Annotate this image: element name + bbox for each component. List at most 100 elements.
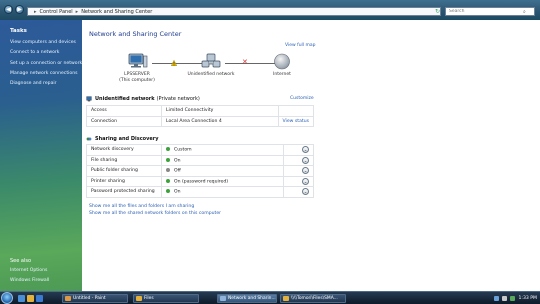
customize-link[interactable]: Customize bbox=[290, 96, 314, 101]
sharing-value-text: Custom bbox=[174, 147, 192, 153]
quicklaunch-ie-icon[interactable] bbox=[36, 295, 43, 302]
sharing-value-text: On bbox=[174, 158, 181, 163]
task-link-setup-connection[interactable]: Set up a connection or network bbox=[10, 59, 82, 69]
see-also-list: Internet Options Windows Firewall bbox=[10, 266, 49, 287]
refresh-icon[interactable]: ↻ bbox=[434, 8, 441, 15]
task-link-manage-connections[interactable]: Manage network connections bbox=[10, 69, 82, 79]
see-also-internet-options[interactable]: Internet Options bbox=[10, 266, 49, 276]
sharing-key-password: Password protected sharing bbox=[86, 186, 162, 198]
computer-icon bbox=[128, 53, 148, 68]
taskbar-label: Files bbox=[144, 296, 154, 301]
taskbar: Untitled - Paint Files Network and Shari… bbox=[0, 291, 540, 304]
network-name: Unidentified network bbox=[95, 96, 155, 102]
table-row: File sharing On ⌄ bbox=[86, 154, 314, 166]
taskbar-button-network-center[interactable]: Network and Sharin... bbox=[217, 294, 277, 303]
sharing-title: Sharing and Discovery bbox=[95, 136, 159, 142]
sharing-section-header: Sharing and Discovery bbox=[86, 136, 158, 142]
status-dot-icon bbox=[166, 147, 170, 151]
task-link-connect[interactable]: Connect to a network bbox=[10, 48, 82, 58]
sharing-key-public-folder: Public folder sharing bbox=[86, 165, 162, 177]
search-icon[interactable]: ⌕ bbox=[523, 9, 526, 15]
task-pane: Tasks View computers and devices Connect… bbox=[0, 20, 82, 291]
sharing-value-public-folder: Off bbox=[161, 165, 284, 177]
system-tray: 1:33 PM bbox=[478, 292, 540, 304]
quicklaunch-explorer-icon[interactable] bbox=[27, 295, 34, 302]
network-icon bbox=[201, 53, 221, 68]
see-also-title: See also bbox=[10, 258, 32, 264]
sharing-value-text: On (password required) bbox=[174, 179, 229, 184]
search-box[interactable]: ⌕ bbox=[445, 7, 535, 16]
bottom-links: Show me all the files and folders I am s… bbox=[89, 204, 221, 217]
forward-arrow-icon: ▶ bbox=[17, 6, 22, 13]
folder-icon bbox=[136, 296, 142, 301]
see-also-windows-firewall[interactable]: Windows Firewall bbox=[10, 276, 49, 286]
task-link-view-computers[interactable]: View computers and devices bbox=[10, 38, 82, 48]
row-value-connection: Local Area Connection 4 bbox=[161, 115, 279, 127]
internet-label: Internet bbox=[273, 72, 291, 77]
chevron-down-icon[interactable]: ⌄ bbox=[302, 146, 309, 154]
sharing-value-text: On bbox=[174, 189, 181, 195]
clock[interactable]: 1:33 PM bbox=[518, 296, 537, 301]
address-bar[interactable]: ▸ Control Panel ▸ Network and Sharing Ce… bbox=[27, 7, 441, 16]
map-node-computer[interactable]: LPSSERVER (This computer) bbox=[112, 53, 162, 83]
network-map-name: Unidentified network bbox=[187, 72, 235, 77]
sharing-expand-cell: ⌄ bbox=[283, 154, 314, 166]
globe-icon bbox=[274, 53, 290, 70]
network-center-icon bbox=[220, 296, 226, 301]
chevron-down-icon[interactable]: ⌄ bbox=[302, 167, 309, 175]
status-dot-icon bbox=[166, 189, 170, 193]
tray-network-icon[interactable] bbox=[494, 295, 500, 301]
sharing-value-file: On bbox=[161, 154, 284, 166]
warning-icon bbox=[171, 60, 177, 66]
quicklaunch-desktop-icon[interactable] bbox=[18, 295, 25, 302]
row-key-connection: Connection bbox=[86, 115, 162, 127]
back-arrow-icon: ◀ bbox=[6, 6, 11, 13]
forward-button[interactable]: ▶ bbox=[15, 5, 24, 14]
broken-link-icon[interactable]: ✕ bbox=[242, 59, 248, 66]
map-node-network[interactable]: Unidentified network bbox=[185, 53, 237, 78]
page-title: Network and Sharing Center bbox=[89, 30, 182, 38]
main-content: Network and Sharing Center View full map… bbox=[82, 20, 540, 291]
sharing-value-printer: On (password required) bbox=[161, 175, 284, 187]
tasks-list: View computers and devices Connect to a … bbox=[10, 38, 82, 89]
sharing-expand-cell: ⌄ bbox=[283, 144, 314, 156]
table-row: Connection Local Area Connection 4 View … bbox=[86, 115, 315, 127]
windows-start-icon[interactable] bbox=[1, 292, 13, 304]
map-node-internet[interactable]: Internet bbox=[265, 53, 299, 78]
breadcrumb-control-panel[interactable]: Control Panel bbox=[40, 9, 73, 15]
sharing-expand-cell: ⌄ bbox=[283, 186, 314, 198]
search-input[interactable] bbox=[449, 8, 523, 15]
tray-security-icon[interactable] bbox=[510, 295, 516, 301]
sharing-key-discovery: Network discovery bbox=[86, 144, 162, 156]
task-link-diagnose[interactable]: Diagnose and repair bbox=[10, 79, 82, 89]
status-dot-icon bbox=[166, 178, 170, 183]
taskbar-button-share-folder[interactable]: \\\\Tomori\Files\SMA... bbox=[280, 294, 346, 303]
address-root-chevron-icon: ▸ bbox=[34, 8, 37, 15]
network-small-icon bbox=[86, 96, 92, 102]
taskbar-button-paint[interactable]: Untitled - Paint bbox=[62, 294, 128, 303]
taskbar-label: Network and Sharin... bbox=[228, 296, 276, 301]
taskbar-label: \\\\Tomori\Files\SMA... bbox=[291, 296, 338, 301]
table-row: Public folder sharing Off ⌄ bbox=[86, 165, 314, 177]
window-titlebar: ◀ ▶ ▸ Control Panel ▸ Network and Sharin… bbox=[0, 0, 540, 20]
chevron-down-icon[interactable]: ⌄ bbox=[302, 188, 309, 196]
table-row: Printer sharing On (password required) ⌄ bbox=[86, 175, 314, 187]
sharing-value-password: On bbox=[161, 186, 284, 198]
tray-volume-icon[interactable] bbox=[502, 295, 508, 301]
chevron-down-icon[interactable]: ⌄ bbox=[302, 156, 309, 164]
link-show-shared-folders[interactable]: Show me all the shared network folders o… bbox=[89, 211, 221, 218]
table-row: Access Limited Connectivity bbox=[86, 105, 315, 117]
network-info-table: Access Limited Connectivity Connection L… bbox=[86, 105, 315, 127]
chevron-down-icon[interactable]: ⌄ bbox=[302, 177, 309, 185]
paint-icon bbox=[65, 296, 71, 301]
sharing-value-text: Off bbox=[174, 168, 181, 174]
sharing-expand-cell: ⌄ bbox=[283, 165, 314, 177]
computer-sub: (This computer) bbox=[119, 77, 155, 83]
view-full-map-link[interactable]: View full map bbox=[285, 43, 315, 48]
taskbar-button-files[interactable]: Files bbox=[133, 294, 199, 303]
sharing-key-printer: Printer sharing bbox=[86, 175, 162, 187]
network-section-header: Unidentified network (Private network) bbox=[86, 96, 200, 102]
breadcrumb-network-center[interactable]: Network and Sharing Center bbox=[81, 9, 152, 15]
view-status-link[interactable]: View status bbox=[277, 115, 315, 127]
back-button[interactable]: ◀ bbox=[4, 5, 13, 14]
